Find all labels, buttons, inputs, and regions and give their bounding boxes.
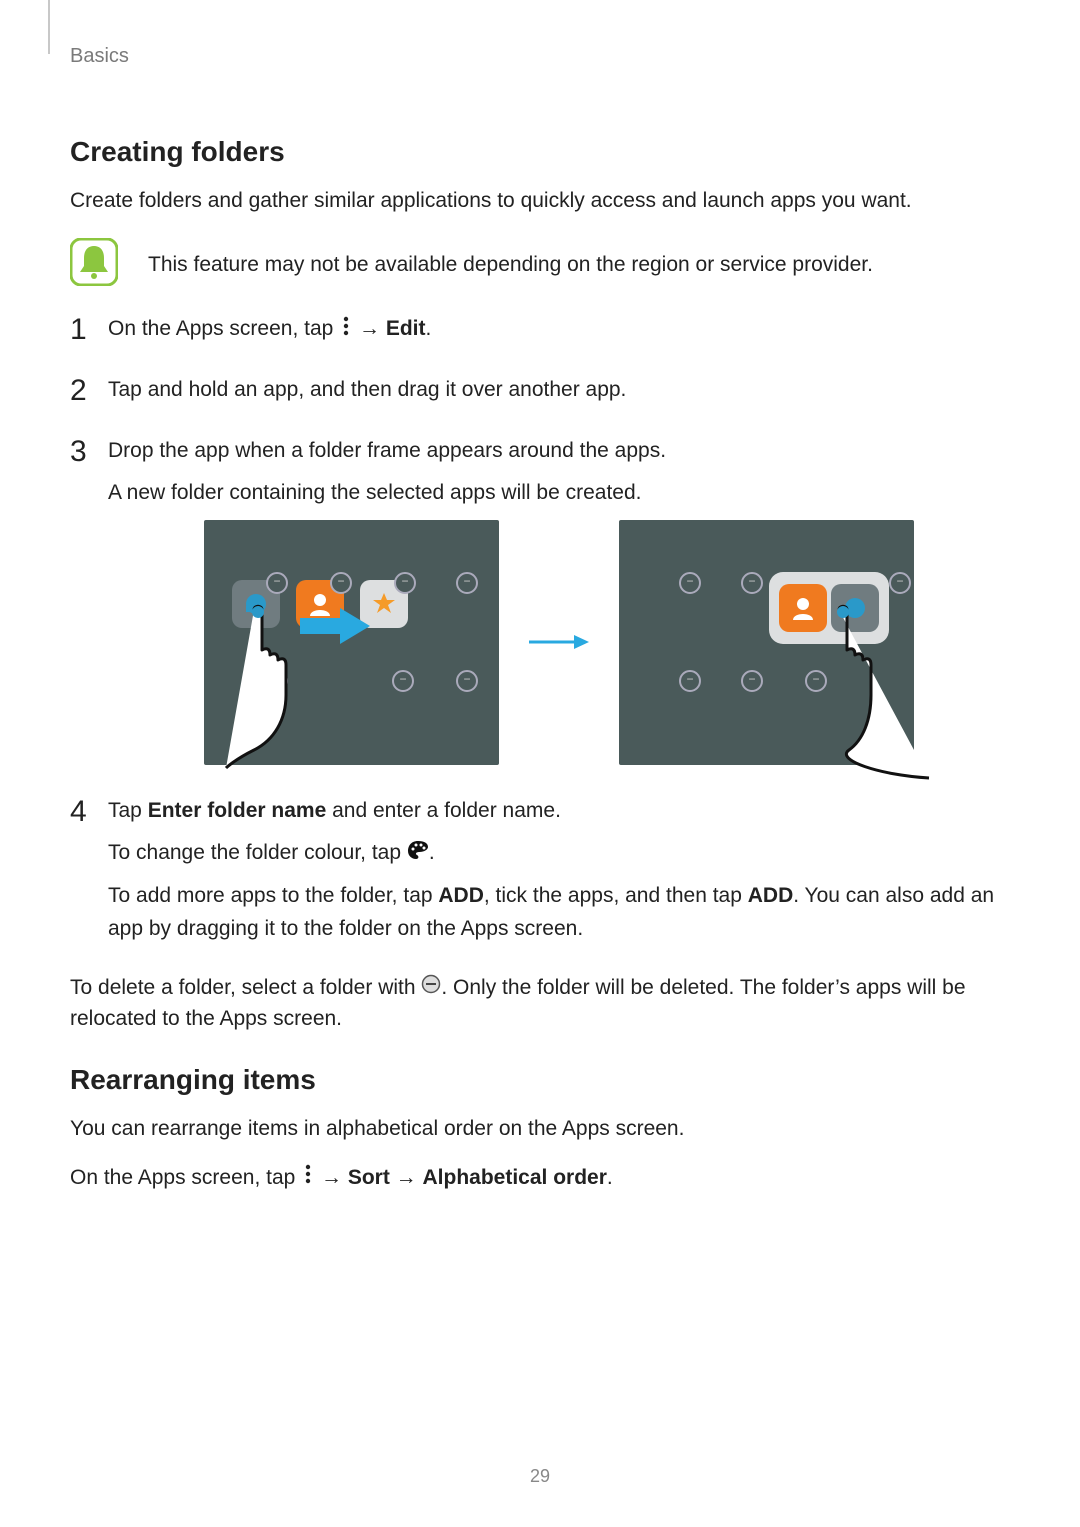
step4-colour-a: To change the folder colour, tap bbox=[108, 841, 407, 864]
more-options-icon bbox=[303, 1163, 313, 1193]
illustration-before: − − − − − − − bbox=[204, 520, 499, 765]
illustration-after: − − − − − − bbox=[619, 520, 914, 765]
step1-text-b: → bbox=[353, 317, 386, 340]
step3-text-b: A new folder containing the selected app… bbox=[108, 477, 1010, 510]
step-2: 2 Tap and hold an app, and then drag it … bbox=[70, 374, 1010, 407]
step-number-2: 2 bbox=[70, 368, 87, 415]
rearranging-p1: You can rearrange items in alphabetical … bbox=[70, 1114, 1010, 1144]
p2-d: → bbox=[390, 1166, 423, 1189]
p2-a: On the Apps screen, tap bbox=[70, 1166, 301, 1189]
step-number-1: 1 bbox=[70, 307, 87, 354]
step3-text-a: Drop the app when a folder frame appears… bbox=[108, 435, 1010, 468]
step-1: 1 On the Apps screen, tap → Edit. bbox=[70, 313, 1010, 346]
delete-folder-paragraph: To delete a folder, select a folder with… bbox=[70, 973, 1010, 1034]
arrow-right-icon bbox=[529, 632, 589, 652]
page-number: 29 bbox=[0, 1466, 1080, 1487]
step-number-3: 3 bbox=[70, 429, 87, 476]
step4-c: and enter a folder name. bbox=[326, 799, 561, 822]
step4-add-d: ADD bbox=[748, 884, 794, 907]
note-text: This feature may not be available depend… bbox=[148, 250, 873, 280]
step4-add-c: , tick the apps, and then tap bbox=[484, 884, 748, 907]
hand-pointer-icon bbox=[809, 600, 939, 780]
hand-pointer-icon bbox=[224, 600, 344, 770]
step4-colour-b: . bbox=[429, 841, 435, 864]
p2-f: . bbox=[607, 1166, 613, 1189]
step4-add-b: ADD bbox=[438, 884, 484, 907]
illustration-row: − − − − − − − bbox=[108, 520, 1010, 765]
palette-icon bbox=[407, 838, 429, 871]
p2-b: → bbox=[315, 1166, 348, 1189]
delete-a: To delete a folder, select a folder with bbox=[70, 976, 421, 999]
section-title-rearranging: Rearranging items bbox=[70, 1064, 1010, 1096]
step-3: 3 Drop the app when a folder frame appea… bbox=[70, 435, 1010, 765]
rearranging-p2: On the Apps screen, tap → Sort → Alphabe… bbox=[70, 1163, 1010, 1194]
step1-text-d: . bbox=[426, 317, 432, 340]
intro-paragraph: Create folders and gather similar applic… bbox=[70, 186, 1010, 216]
p2-sort: Sort bbox=[348, 1166, 390, 1189]
step-4: 4 Tap Enter folder name and enter a fold… bbox=[70, 795, 1010, 945]
step-number-4: 4 bbox=[70, 789, 87, 836]
more-options-icon bbox=[341, 314, 351, 347]
step4-a: Tap bbox=[108, 799, 148, 822]
step4-enter-folder-name: Enter folder name bbox=[148, 799, 327, 822]
step1-edit-label: Edit bbox=[386, 317, 426, 340]
note-bell-icon bbox=[70, 238, 118, 291]
step1-text-a: On the Apps screen, tap bbox=[108, 317, 339, 340]
breadcrumb: Basics bbox=[70, 45, 1010, 68]
section-title-creating-folders: Creating folders bbox=[70, 136, 1010, 168]
step2-text: Tap and hold an app, and then drag it ov… bbox=[108, 374, 1010, 407]
p2-alpha: Alphabetical order bbox=[423, 1166, 607, 1189]
minus-circle-icon bbox=[421, 973, 441, 1003]
step4-add-a: To add more apps to the folder, tap bbox=[108, 884, 438, 907]
top-divider bbox=[48, 0, 50, 54]
note-row: This feature may not be available depend… bbox=[70, 238, 1010, 291]
